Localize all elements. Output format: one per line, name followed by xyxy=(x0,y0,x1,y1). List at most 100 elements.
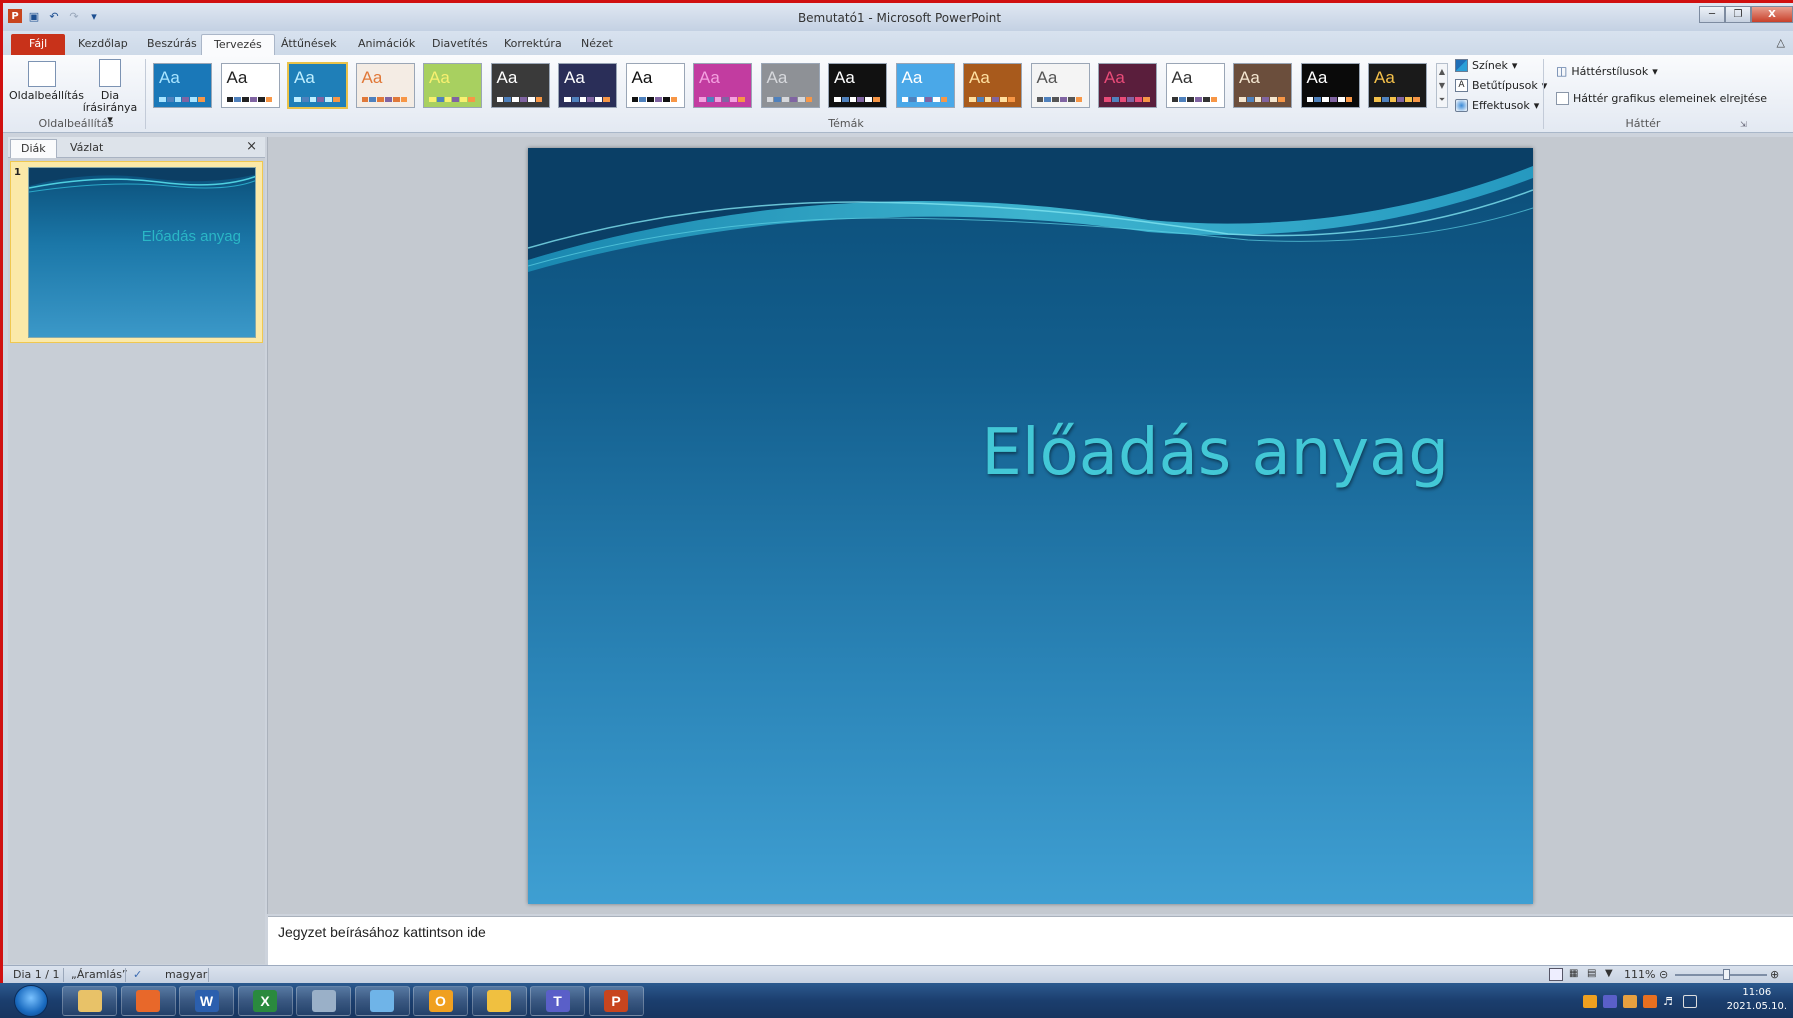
taskbar-button-outlook[interactable]: O xyxy=(413,986,468,1016)
gallery-scroll[interactable]: ▲ ▼ ⏷ xyxy=(1436,63,1448,108)
theme-thumbnail[interactable]: Aa xyxy=(1165,63,1225,108)
update-tray-icon[interactable] xyxy=(1643,995,1657,1008)
network-folder-tray-icon[interactable] xyxy=(1623,995,1637,1008)
taskbar-button-powerpoint[interactable]: P xyxy=(588,986,644,1016)
theme-thumbnail[interactable]: Aa xyxy=(760,63,820,108)
slide-canvas[interactable]: Előadás anyag xyxy=(528,148,1533,904)
zoom-in-icon[interactable]: ⊕ xyxy=(1770,968,1779,981)
tab-slides[interactable]: Diák xyxy=(10,139,57,158)
restore-icon[interactable]: ❐ xyxy=(1725,6,1751,23)
colors-label: Színek xyxy=(1472,59,1508,72)
theme-color-swatches xyxy=(361,97,408,102)
theme-thumbnail[interactable]: Aa xyxy=(153,63,212,108)
chevron-down-icon: ▾ xyxy=(1533,99,1540,112)
status-separator xyxy=(125,968,126,982)
taskbar-button-notes[interactable] xyxy=(354,986,410,1016)
slide-sorter-icon[interactable]: ▦ xyxy=(1569,968,1578,979)
theme-thumbnail[interactable]: Aa xyxy=(490,63,550,108)
taskbar-button-excel[interactable]: X xyxy=(237,986,293,1016)
effects-icon xyxy=(1455,99,1468,112)
effects-button[interactable]: Effektusok ▾ xyxy=(1455,99,1539,112)
theme-thumbnail[interactable]: Aa xyxy=(355,63,415,108)
word-icon: W xyxy=(194,990,219,1012)
teams-tray-icon[interactable] xyxy=(1603,995,1617,1008)
tab-insert[interactable]: Beszúrás xyxy=(135,34,209,55)
notepad-icon xyxy=(370,990,394,1012)
tab-slideshow[interactable]: Diavetítés xyxy=(420,34,500,55)
close-icon[interactable]: × xyxy=(246,139,257,154)
slide-thumbnail[interactable]: Előadás anyag xyxy=(28,167,256,338)
zoom-slider[interactable] xyxy=(1675,974,1767,976)
theme-color-swatches xyxy=(1171,97,1218,102)
page-setup-label: Oldalbeállítás xyxy=(9,89,84,102)
window-title: Bemutató1 - Microsoft PowerPoint xyxy=(797,11,1002,25)
slide-title[interactable]: Előadás anyag xyxy=(528,416,1533,490)
taskbar-button-explorer[interactable] xyxy=(62,986,117,1016)
theme-thumbnail[interactable]: Aa xyxy=(1300,63,1360,108)
page-setup-button[interactable]: Oldalbeállítás xyxy=(9,61,84,102)
taskbar-button-word[interactable]: W xyxy=(179,986,234,1016)
tab-review[interactable]: Korrektúra xyxy=(492,34,574,55)
outlook-tray-icon[interactable] xyxy=(1583,995,1597,1008)
spellcheck-icon[interactable]: ✓ xyxy=(133,968,142,981)
tab-animations[interactable]: Animációk xyxy=(346,34,427,55)
dialog-launcher-icon[interactable]: ⇲ xyxy=(1740,120,1747,129)
theme-thumbnail[interactable]: Aa xyxy=(558,63,617,108)
tab-transitions[interactable]: Áttűnések xyxy=(269,34,349,55)
theme-thumbnail[interactable]: Aa xyxy=(1098,63,1157,108)
theme-color-swatches xyxy=(1374,97,1420,102)
minimize-ribbon-icon[interactable]: △ xyxy=(1777,36,1785,49)
theme-thumbnail[interactable]: Aa xyxy=(1233,63,1292,108)
theme-thumbnail[interactable]: Aa xyxy=(287,62,348,109)
close-button[interactable]: X xyxy=(1751,6,1793,23)
theme-thumbnail[interactable]: Aa xyxy=(963,63,1022,108)
theme-sample-text: Aa xyxy=(429,68,450,87)
tab-home[interactable]: Kezdőlap xyxy=(66,34,140,55)
hide-graphics-checkbox[interactable] xyxy=(1556,92,1569,105)
theme-color-swatches xyxy=(159,97,205,102)
scroll-down-icon[interactable]: ▼ xyxy=(1439,81,1445,90)
notes-placeholder[interactable]: Jegyzet beírásához kattintson ide xyxy=(278,924,486,940)
theme-thumbnail[interactable]: Aa xyxy=(625,63,685,108)
volume-icon[interactable]: ♬ xyxy=(1663,995,1677,1008)
group-label-themes: Témák xyxy=(828,117,864,130)
start-button[interactable] xyxy=(14,985,48,1017)
scroll-up-icon[interactable]: ▲ xyxy=(1439,67,1445,76)
thumbnail-title: Előadás anyag xyxy=(141,228,241,245)
normal-view-icon[interactable] xyxy=(1549,968,1563,981)
taskbar-button-onedrive[interactable] xyxy=(471,986,527,1016)
system-tray: ♬ 11:06 2021.05.10. xyxy=(1573,983,1793,1018)
theme-thumbnail[interactable]: Aa xyxy=(423,63,482,108)
background-styles-button[interactable]: ◫ Háttérstílusok ▾ xyxy=(1556,64,1658,78)
colors-button[interactable]: Színek ▾ xyxy=(1455,59,1517,72)
language-indicator[interactable]: magyar xyxy=(165,968,207,981)
tab-view[interactable]: Nézet xyxy=(569,34,625,55)
network-icon[interactable] xyxy=(1683,995,1697,1008)
theme-thumbnail[interactable]: Aa xyxy=(1368,63,1427,108)
slideshow-icon[interactable]: ▼ xyxy=(1605,968,1613,979)
clock[interactable]: 11:06 2021.05.10. xyxy=(1727,986,1787,1014)
theme-thumbnail[interactable]: Aa xyxy=(828,63,887,108)
minimize-icon[interactable]: ─ xyxy=(1699,6,1725,23)
taskbar-button-calculator[interactable] xyxy=(296,986,351,1016)
reading-view-icon[interactable]: ▤ xyxy=(1587,968,1596,979)
gallery-more-icon[interactable]: ⏷ xyxy=(1439,95,1445,105)
slide-orientation-button[interactable]: Dia írásiránya ▾ xyxy=(79,59,141,126)
theme-thumbnail[interactable]: Aa xyxy=(220,63,280,108)
taskbar-button-teams[interactable]: T xyxy=(530,986,585,1016)
theme-thumbnail[interactable]: Aa xyxy=(693,63,752,108)
hide-background-graphics[interactable]: Háttér grafikus elemeinek elrejtése xyxy=(1556,92,1767,105)
zoom-out-icon[interactable]: ⊝ xyxy=(1659,968,1668,981)
fonts-button[interactable]: A Betűtípusok ▾ xyxy=(1455,79,1547,92)
zoom-slider-thumb[interactable] xyxy=(1722,969,1730,980)
taskbar-button-firefox[interactable] xyxy=(120,986,176,1016)
theme-thumbnail[interactable]: Aa xyxy=(895,63,955,108)
tab-file[interactable]: Fájl xyxy=(11,34,66,55)
paint-bucket-icon: ◫ xyxy=(1556,64,1568,78)
tab-design[interactable]: Tervezés xyxy=(201,34,275,55)
theme-thumbnail[interactable]: Aa xyxy=(1030,63,1090,108)
tab-outline[interactable]: Vázlat xyxy=(60,139,113,158)
notes-pane[interactable]: Jegyzet beírásához kattintson ide xyxy=(268,916,1793,966)
chevron-down-icon: ▾ xyxy=(1652,64,1658,78)
zoom-level[interactable]: 111% xyxy=(1624,968,1655,981)
